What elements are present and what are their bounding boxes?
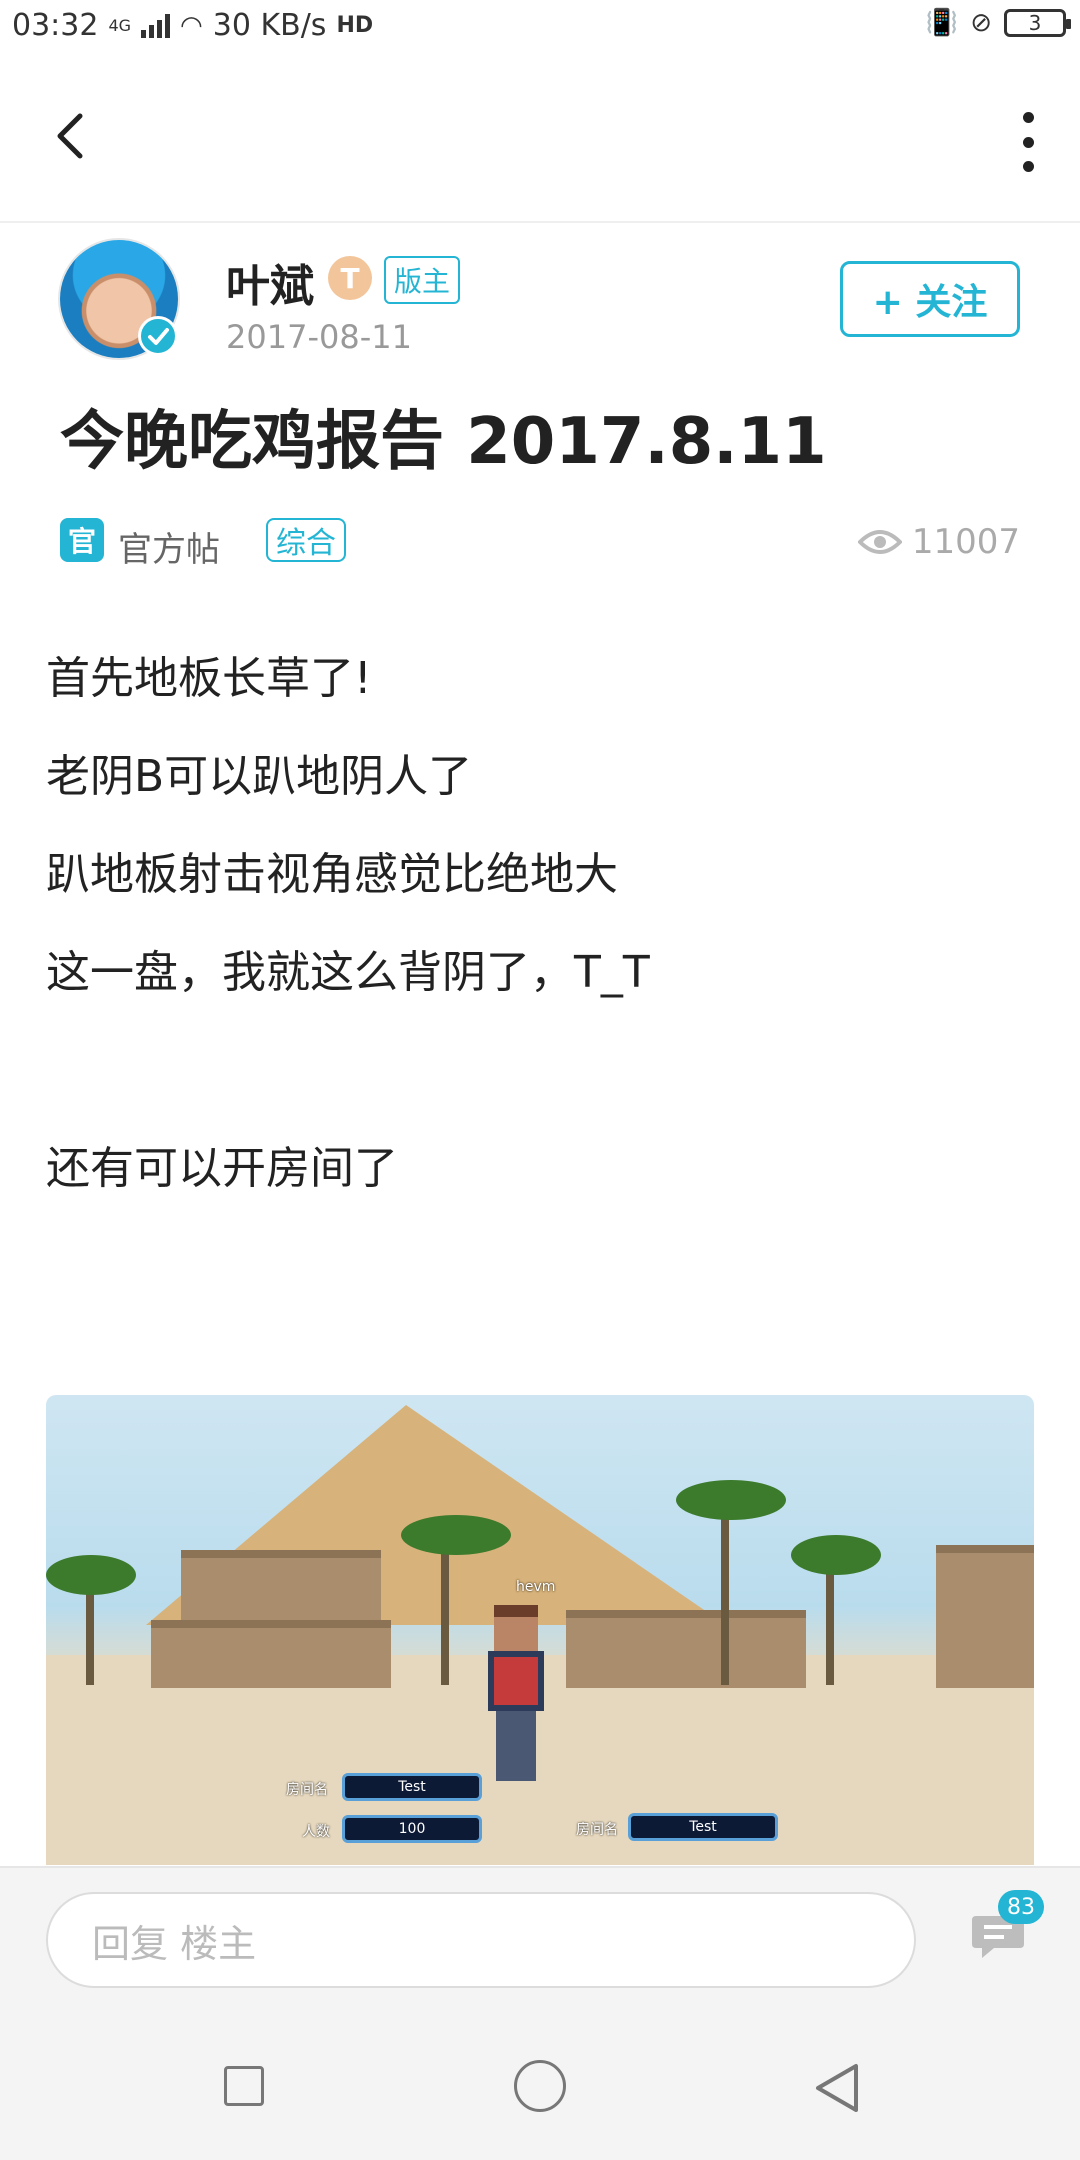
- palm-tree: [676, 1480, 786, 1520]
- more-button[interactable]: [1016, 112, 1040, 172]
- recent-apps-button[interactable]: [224, 2066, 264, 2106]
- battery-icon: 3: [1004, 9, 1071, 37]
- room-name-label: 房间名: [286, 1782, 328, 1798]
- people-count-label: 人数: [302, 1824, 330, 1840]
- status-time: 03:32: [12, 8, 99, 43]
- room-name-field: Test: [628, 1813, 778, 1841]
- status-left: 03:32 4G ◠ 30 KB/s HD: [12, 8, 373, 43]
- rotation-lock-icon: ⊘: [970, 8, 992, 38]
- palm-tree: [791, 1535, 881, 1575]
- chevron-left-icon: [57, 113, 83, 159]
- paragraph-blank: [46, 1022, 1036, 1120]
- follow-button[interactable]: + 关注: [840, 261, 1020, 337]
- paragraph: 趴地板射击视角感觉比绝地大: [46, 849, 618, 900]
- signal-icon: [141, 13, 171, 38]
- post-date: 2017-08-11: [226, 318, 412, 356]
- system-nav-bar: [0, 2016, 1080, 2160]
- author-name[interactable]: 叶斌: [226, 250, 314, 314]
- comment-count-badge: 83: [998, 1890, 1044, 1924]
- building: [566, 1610, 806, 1688]
- network-type: 4G: [108, 16, 132, 35]
- people-count-field: 100: [342, 1815, 482, 1843]
- top-app-bar: [0, 56, 1080, 223]
- room-name-field: Test: [342, 1773, 482, 1801]
- view-count: 11007: [857, 522, 1020, 562]
- palm-tree: [46, 1555, 136, 1595]
- post-content: 首先地板长草了! 老阴B可以趴地阴人了 趴地板射击视角感觉比绝地大 这一盘，我就…: [46, 630, 1036, 1218]
- wifi-icon: ◠: [180, 10, 203, 41]
- home-button[interactable]: [514, 2060, 566, 2112]
- battery-level: 3: [1028, 11, 1042, 35]
- building: [936, 1545, 1034, 1688]
- back-triangle-button[interactable]: [810, 2060, 866, 2116]
- palm-tree: [441, 1545, 449, 1685]
- hd-icon: HD: [336, 13, 374, 38]
- reply-input[interactable]: 回复 楼主: [46, 1892, 916, 1988]
- paragraph: 老阴B可以趴地阴人了: [46, 751, 473, 802]
- post-meta: 官 官方帖 综合 11007: [60, 518, 1020, 570]
- level-badge: T: [328, 256, 372, 300]
- room-name-label: 房间名: [576, 1822, 618, 1838]
- more-vertical-icon: [1022, 112, 1034, 123]
- status-right: 📳 ⊘ 3: [925, 8, 1071, 38]
- view-count-value: 11007: [911, 522, 1020, 562]
- paragraph: 这一盘，我就这么背阴了，T_T: [46, 947, 650, 998]
- palm-tree: [721, 1505, 729, 1685]
- back-button[interactable]: [42, 106, 102, 166]
- category-tag[interactable]: 综合: [266, 518, 346, 562]
- reply-bar: 回复 楼主 83: [0, 1866, 1080, 2018]
- player-character: [486, 1605, 546, 1785]
- post-image[interactable]: hevm 房间名 Test 人数 100 房间名 Test: [46, 1395, 1034, 1865]
- player-name-tag: hevm: [516, 1579, 556, 1595]
- official-label: 官方帖: [118, 530, 220, 570]
- vibrate-icon: 📳: [925, 8, 959, 38]
- status-bar: 03:32 4G ◠ 30 KB/s HD 📳 ⊘ 3: [0, 0, 1080, 56]
- verified-icon: [138, 316, 178, 356]
- palm-tree: [401, 1515, 511, 1555]
- paragraph: 首先地板长草了!: [46, 653, 372, 704]
- role-badge: 版主: [384, 256, 461, 304]
- eye-icon: [857, 530, 902, 554]
- network-speed: 30 KB/s: [212, 8, 327, 43]
- official-icon: 官: [60, 518, 104, 562]
- building: [181, 1550, 381, 1628]
- post-title: 今晚吃鸡报告 2017.8.11: [60, 405, 827, 479]
- building: [151, 1620, 391, 1688]
- paragraph: 还有可以开房间了: [46, 1143, 398, 1194]
